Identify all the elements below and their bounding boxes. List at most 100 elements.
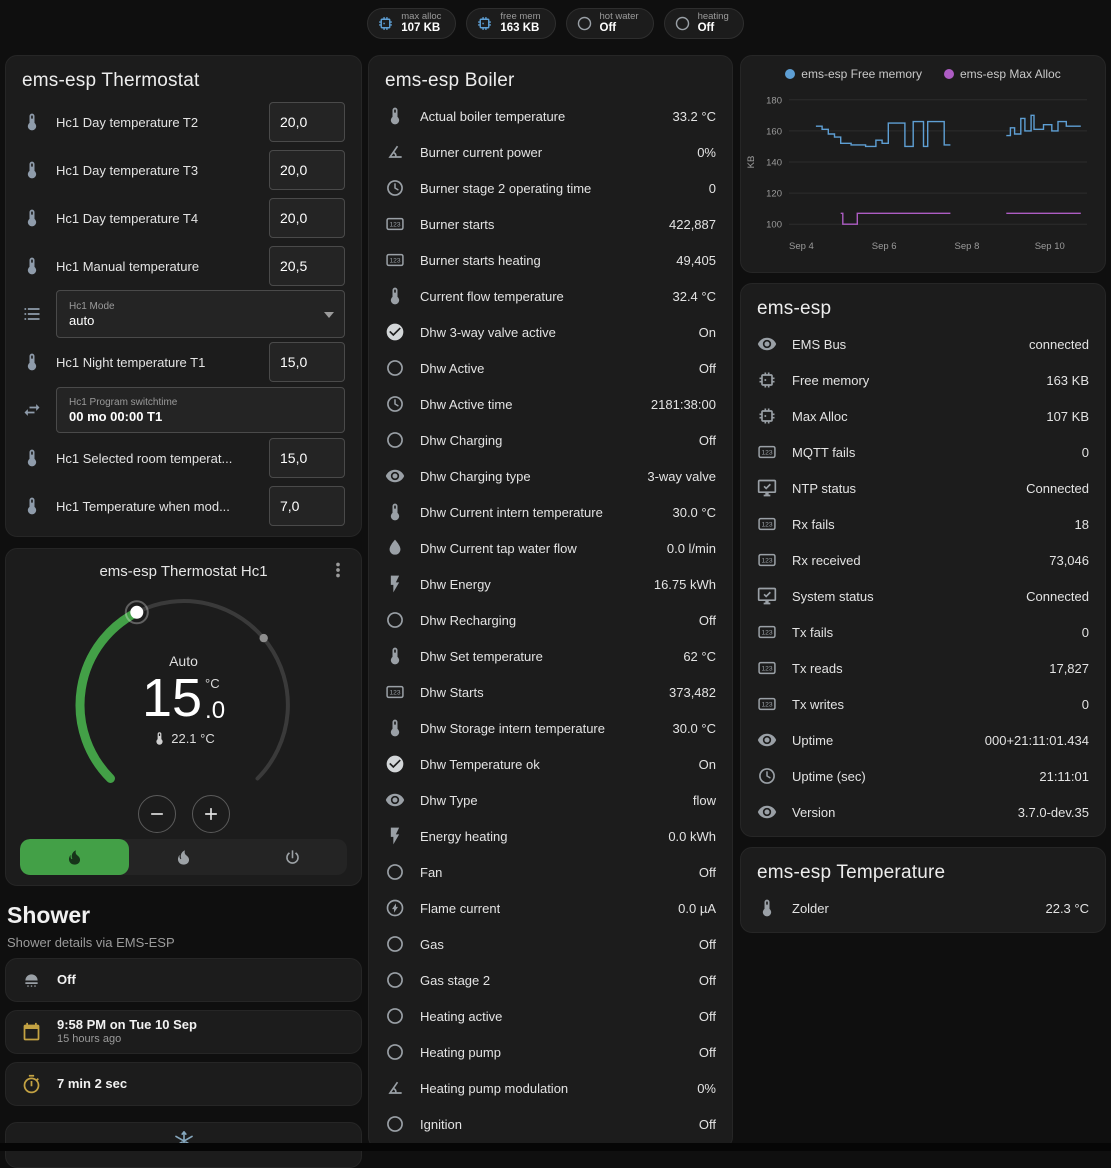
- number-input[interactable]: 20,5: [269, 246, 345, 286]
- entity-value: 422,887: [661, 217, 716, 232]
- entity-row[interactable]: Hc1 Temperature when mod... 7,0: [6, 482, 361, 530]
- boiler-card: ems-esp Boiler Actual boiler temperature…: [368, 55, 733, 1149]
- entity-row[interactable]: 123 Tx writes 0: [741, 686, 1105, 722]
- switchtime-input[interactable]: Hc1 Program switchtime 00 mo 00:00 T1: [56, 387, 345, 433]
- entity-name: Current flow temperature: [420, 289, 564, 304]
- entity-value: 0: [1074, 625, 1089, 640]
- entity-row[interactable]: 123 Dhw Starts 373,482: [369, 674, 732, 710]
- entity-name: Heating pump modulation: [420, 1081, 568, 1096]
- entity-row[interactable]: Heating pump modulation 0%: [369, 1070, 732, 1106]
- entity-row[interactable]: Hc1 Night temperature T1 15,0: [6, 338, 361, 386]
- entity-row[interactable]: Hc1 Program switchtime 00 mo 00:00 T1: [6, 386, 361, 434]
- number-input[interactable]: 7,0: [269, 486, 345, 526]
- svg-text:123: 123: [389, 222, 400, 229]
- entity-row[interactable]: 123 Rx fails 18: [741, 506, 1105, 542]
- section-title: Shower: [7, 902, 360, 929]
- number-input[interactable]: 15,0: [269, 438, 345, 478]
- mode-select[interactable]: Hc1 Mode auto: [56, 290, 345, 338]
- status-badge[interactable]: heating Off: [664, 8, 744, 39]
- entity-row[interactable]: Hc1 Day temperature T2 20,0: [6, 98, 361, 146]
- dial-handle[interactable]: [130, 606, 143, 619]
- entity-row[interactable]: Heating active Off: [369, 998, 732, 1034]
- increase-temp-button[interactable]: [192, 795, 230, 833]
- entity-row[interactable]: Flame current 0.0 µA: [369, 890, 732, 926]
- entity-row[interactable]: Version 3.7.0-dev.35: [741, 794, 1105, 830]
- status-badge[interactable]: hot water Off: [566, 8, 654, 39]
- legend-item[interactable]: ems-esp Max Alloc: [944, 67, 1061, 81]
- entity-row[interactable]: Dhw Charging type 3-way valve: [369, 458, 732, 494]
- entity-row[interactable]: Dhw Active time 2181:38:00: [369, 386, 732, 422]
- entity-row[interactable]: 123 Tx reads 17,827: [741, 650, 1105, 686]
- more-options-button[interactable]: [327, 559, 349, 581]
- entity-row[interactable]: 123 Rx received 73,046: [741, 542, 1105, 578]
- shower-tile[interactable]: Off: [5, 958, 362, 1002]
- mode-button[interactable]: [129, 839, 238, 875]
- decrease-temp-button[interactable]: [138, 795, 176, 833]
- entity-row[interactable]: Actual boiler temperature 33.2 °C: [369, 98, 732, 134]
- entity-value: flow: [685, 793, 716, 808]
- fire-icon: [174, 848, 193, 867]
- svg-text:123: 123: [761, 666, 772, 673]
- entity-row[interactable]: Dhw Energy 16.75 kWh: [369, 566, 732, 602]
- number-input[interactable]: 20,0: [269, 198, 345, 238]
- entity-row[interactable]: Dhw 3-way valve active On: [369, 314, 732, 350]
- mode-button[interactable]: [238, 839, 347, 875]
- entity-row[interactable]: Dhw Current intern temperature 30.0 °C: [369, 494, 732, 530]
- entity-row[interactable]: Dhw Storage intern temperature 30.0 °C: [369, 710, 732, 746]
- svg-text:180: 180: [766, 95, 782, 106]
- entity-row[interactable]: Dhw Set temperature 62 °C: [369, 638, 732, 674]
- entity-row[interactable]: 123 Burner starts heating 49,405: [369, 242, 732, 278]
- entity-row[interactable]: Gas Off: [369, 926, 732, 962]
- entity-row[interactable]: Dhw Temperature ok On: [369, 746, 732, 782]
- entity-row[interactable]: Dhw Type flow: [369, 782, 732, 818]
- entity-row[interactable]: Dhw Current tap water flow 0.0 l/min: [369, 530, 732, 566]
- entity-row[interactable]: Uptime (sec) 21:11:01: [741, 758, 1105, 794]
- card-title: ems-esp Thermostat Hc1: [99, 563, 267, 580]
- entity-row[interactable]: Burner stage 2 operating time 0: [369, 170, 732, 206]
- entity-row[interactable]: Dhw Recharging Off: [369, 602, 732, 638]
- legend-item[interactable]: ems-esp Free memory: [785, 67, 922, 81]
- entity-row[interactable]: Dhw Active Off: [369, 350, 732, 386]
- number-input[interactable]: 20,0: [269, 102, 345, 142]
- status-badge[interactable]: max alloc 107 KB: [367, 8, 456, 39]
- number-input[interactable]: 15,0: [269, 342, 345, 382]
- entity-row[interactable]: Current flow temperature 32.4 °C: [369, 278, 732, 314]
- entity-row[interactable]: Uptime 000+21:11:01.434: [741, 722, 1105, 758]
- entity-row[interactable]: Hc1 Selected room temperat... 15,0: [6, 434, 361, 482]
- entity-row[interactable]: Hc1 Day temperature T3 20,0: [6, 146, 361, 194]
- entity-value: 0%: [689, 145, 716, 160]
- entity-name: Rx received: [792, 553, 861, 568]
- status-badge[interactable]: free mem 163 KB: [466, 8, 555, 39]
- entity-row[interactable]: Hc1 Mode auto: [6, 290, 361, 338]
- entity-row[interactable]: Free memory 163 KB: [741, 362, 1105, 398]
- shower-tile[interactable]: 9:58 PM on Tue 10 Sep 15 hours ago: [5, 1010, 362, 1054]
- entity-value: 107 KB: [1038, 409, 1089, 424]
- entity-row[interactable]: Heating pump Off: [369, 1034, 732, 1070]
- counter-icon: 123: [385, 250, 405, 270]
- entity-row[interactable]: Energy heating 0.0 kWh: [369, 818, 732, 854]
- entity-row[interactable]: Hc1 Day temperature T4 20,0: [6, 194, 361, 242]
- entity-row[interactable]: Burner current power 0%: [369, 134, 732, 170]
- entity-row[interactable]: Zolder 22.3 °C: [741, 890, 1105, 926]
- entity-row[interactable]: 123 Tx fails 0: [741, 614, 1105, 650]
- mode-button[interactable]: [20, 839, 129, 875]
- clock-icon: [385, 178, 405, 198]
- svg-text:123: 123: [389, 690, 400, 697]
- select-label: Hc1 Mode: [69, 301, 314, 312]
- entity-row[interactable]: Max Alloc 107 KB: [741, 398, 1105, 434]
- entity-row[interactable]: EMS Bus connected: [741, 326, 1105, 362]
- entity-row[interactable]: Gas stage 2 Off: [369, 962, 732, 998]
- number-input[interactable]: 20,0: [269, 150, 345, 190]
- entity-row[interactable]: Dhw Charging Off: [369, 422, 732, 458]
- entity-row[interactable]: 123 Burner starts 422,887: [369, 206, 732, 242]
- entity-row[interactable]: NTP status Connected: [741, 470, 1105, 506]
- entity-row[interactable]: System status Connected: [741, 578, 1105, 614]
- entity-row[interactable]: 123 MQTT fails 0: [741, 434, 1105, 470]
- entity-row[interactable]: Fan Off: [369, 854, 732, 890]
- shower-tile[interactable]: 7 min 2 sec: [5, 1062, 362, 1106]
- badge-value: Off: [698, 22, 729, 36]
- entity-name: Dhw Type: [420, 793, 478, 808]
- entity-name: Fan: [420, 865, 442, 880]
- entity-row[interactable]: Hc1 Manual temperature 20,5: [6, 242, 361, 290]
- entity-row[interactable]: Ignition Off: [369, 1106, 732, 1142]
